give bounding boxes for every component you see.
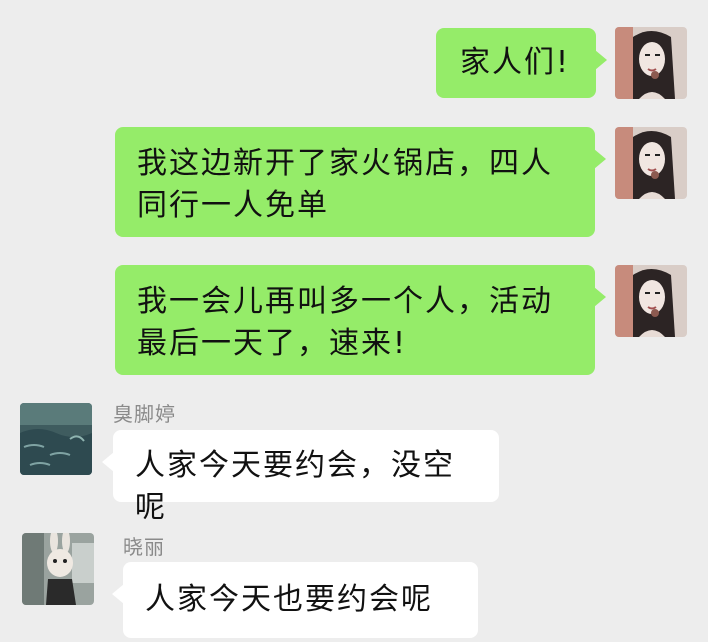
woman-portrait-avatar[interactable] — [615, 265, 687, 337]
sender-name: 晓丽 — [123, 535, 165, 559]
message-bubble-incoming[interactable]: 人家今天也要约会呢 — [112, 562, 478, 638]
message-text: 我一会儿再叫多一个人，活动最后一天了，速来! — [137, 284, 553, 361]
message-text: 人家今天也要约会呢 — [145, 582, 433, 617]
woman-portrait-avatar[interactable] — [615, 127, 687, 199]
bunny-mask-avatar[interactable] — [22, 533, 94, 605]
sender-name: 臭脚婷 — [113, 402, 176, 426]
message-bubble-incoming[interactable]: 人家今天要约会，没空呢 — [102, 430, 499, 525]
message-text: 家人们! — [460, 45, 571, 80]
woman-portrait-icon — [615, 127, 687, 199]
message-text: 人家今天要约会，没空呢 — [135, 448, 455, 525]
message-bubble-outgoing[interactable]: 我一会儿再叫多一个人，活动最后一天了，速来! — [115, 265, 606, 375]
water-scene-avatar[interactable] — [20, 403, 92, 475]
message-text: 我这边新开了家火锅店，四人同行一人免单 — [137, 146, 553, 223]
woman-portrait-avatar[interactable] — [615, 27, 687, 99]
bunny-mask-icon — [22, 533, 94, 605]
message-bubble-outgoing[interactable]: 家人们! — [436, 28, 607, 98]
woman-portrait-icon — [615, 265, 687, 337]
water-scene-icon — [20, 403, 92, 475]
message-bubble-outgoing[interactable]: 我这边新开了家火锅店，四人同行一人免单 — [115, 127, 606, 237]
woman-portrait-icon — [615, 27, 687, 99]
